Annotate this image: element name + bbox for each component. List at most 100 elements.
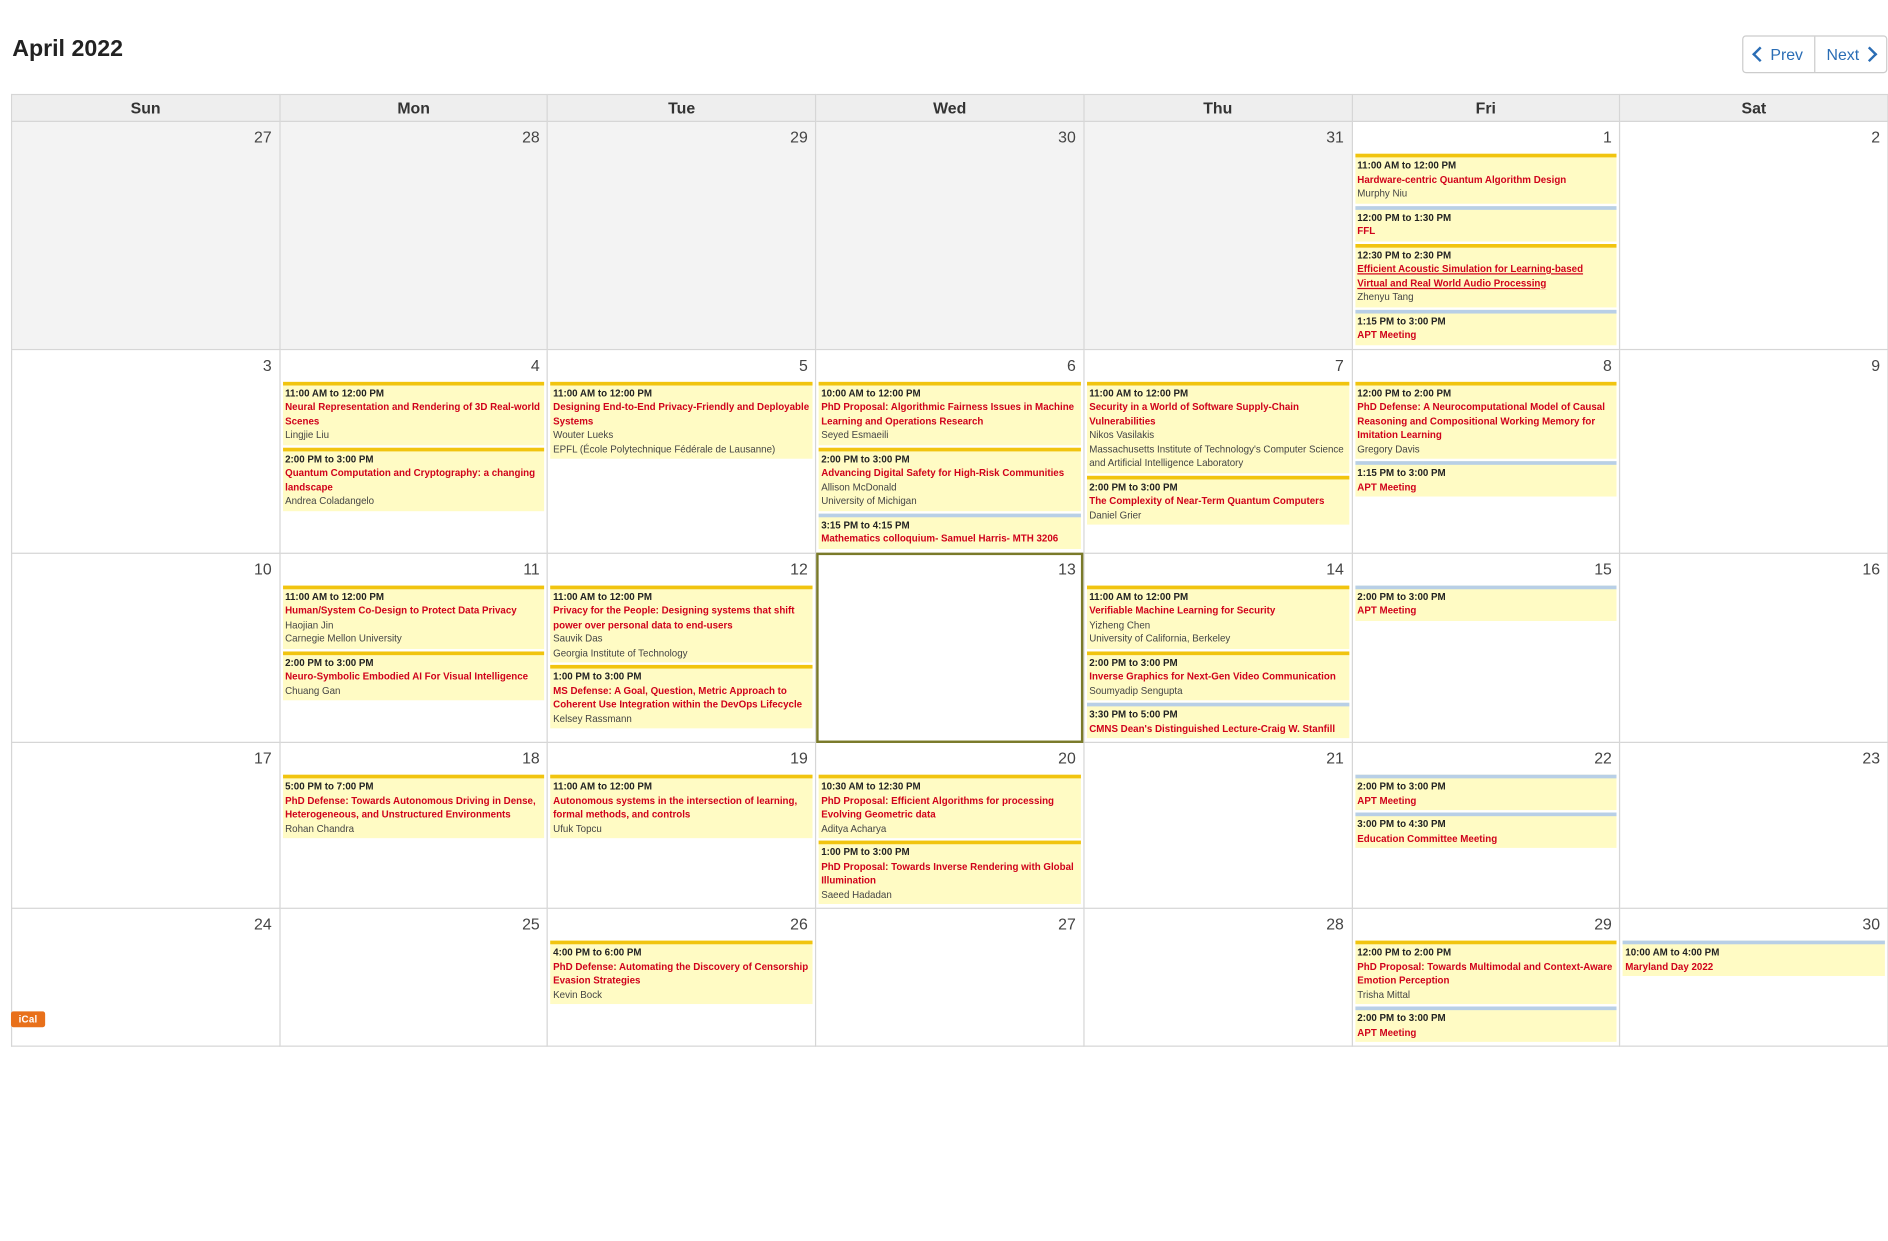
day-cell[interactable]: 29 (547, 120, 817, 350)
day-cell[interactable]: 8 12:00 PM to 2:00 PM PhD Defense: A Neuro… (1351, 348, 1621, 554)
ical-feed-link[interactable]: iCal (10, 1011, 46, 1028)
day-cell[interactable]: 17 (10, 741, 281, 909)
event-title-link[interactable]: PhD Proposal: Algorithmic Fairness Issue… (821, 400, 1078, 428)
event-speaker: Soumyadip Sengupta (1089, 685, 1183, 697)
event-speaker: Aditya Acharya (821, 822, 887, 834)
day-cell[interactable]: 16 (1619, 552, 1888, 743)
calendar-event: 11:00 AM to 12:00 PM Neural Representatio… (282, 381, 545, 445)
event-title-link[interactable]: PhD Proposal: Towards Inverse Rendering … (821, 859, 1078, 887)
day-cell[interactable]: 14 11:00 AM to 12:00 PM Verifiable Machine… (1083, 552, 1353, 743)
event-title-link[interactable]: The Complexity of Near-Term Quantum Comp… (1089, 494, 1346, 508)
event-title-link[interactable]: Autonomous systems in the intersection o… (553, 794, 810, 822)
event-speaker: Georgia Institute of Technology (553, 647, 688, 659)
day-cell[interactable]: 26 4:00 PM to 6:00 PM PhD Defense: Automat… (547, 907, 817, 1047)
event-time: 2:00 PM to 3:00 PM (821, 453, 910, 465)
day-cell[interactable]: 20 10:30 AM to 12:30 PM PhD Proposal: Effi… (815, 741, 1085, 909)
event-time: 12:00 PM to 2:00 PM (1357, 946, 1452, 958)
day-cell[interactable]: 1 11:00 AM to 12:00 PM Hardware-centric Qu… (1351, 120, 1621, 350)
chevron-right-icon (1861, 46, 1878, 63)
day-cell[interactable]: 30 10:00 AM to 4:00 PM Maryland Day 2022 (1619, 907, 1888, 1047)
event-title-link[interactable]: APT Meeting (1357, 604, 1614, 618)
day-cell[interactable]: 2 (1619, 120, 1888, 350)
day-cell[interactable]: 28 (279, 120, 549, 350)
day-cell[interactable]: 9 (1619, 348, 1888, 554)
event-title-link[interactable]: Human/System Co-Design to Protect Data P… (285, 604, 542, 618)
event-time: 11:00 AM to 12:00 PM (553, 780, 653, 792)
event-speaker: Ufuk Topcu (553, 822, 602, 834)
event-title-link[interactable]: Privacy for the People: Designing system… (553, 604, 810, 632)
event-time: 11:00 AM to 12:00 PM (1089, 387, 1189, 399)
day-number: 16 (1862, 559, 1881, 578)
day-cell[interactable]: 23 (1619, 741, 1888, 909)
day-cell[interactable]: 27 (10, 120, 281, 350)
day-cell[interactable]: 13 (815, 552, 1085, 743)
day-cell[interactable]: 10 (10, 552, 281, 743)
event-title-link[interactable]: MS Defense: A Goal, Question, Metric App… (553, 684, 810, 712)
event-title-link[interactable]: Designing End-to-End Privacy-Friendly an… (553, 400, 810, 428)
calendar-event: 12:00 PM to 2:00 PM PhD Proposal: Towards… (1354, 940, 1617, 1005)
event-title-link[interactable]: PhD Proposal: Efficient Algorithms for p… (821, 794, 1078, 822)
day-number: 4 (530, 355, 540, 374)
day-cell[interactable]: 15 2:00 PM to 3:00 PM APT Meeting (1351, 552, 1621, 743)
event-title-link[interactable]: PhD Defense: Towards Autonomous Driving … (285, 794, 542, 822)
event-time: 12:30 PM to 2:30 PM (1357, 249, 1452, 261)
day-cell[interactable]: 31 (1083, 120, 1353, 350)
day-cell[interactable]: 5 11:00 AM to 12:00 PM Designing End-to-En… (547, 348, 817, 554)
calendar-event: 2:00 PM to 3:00 PM APT Meeting (1354, 774, 1617, 811)
event-title-link[interactable]: Quantum Computation and Cryptography: a … (285, 466, 542, 494)
event-title-link[interactable]: Education Committee Meeting (1357, 831, 1614, 845)
event-title-link[interactable]: PhD Defense: A Neurocomputational Model … (1357, 400, 1614, 442)
day-cell[interactable]: 18 5:00 PM to 7:00 PM PhD Defense: Towards… (279, 741, 549, 909)
day-cell[interactable]: 12 11:00 AM to 12:00 PM Privacy for the Pe… (547, 552, 817, 743)
day-cell[interactable]: 28 (1083, 907, 1353, 1047)
prev-label: Prev (1770, 45, 1803, 64)
event-title-link[interactable]: Hardware-centric Quantum Algorithm Desig… (1357, 173, 1614, 187)
event-time: 11:00 AM to 12:00 PM (1089, 591, 1189, 603)
event-title-link[interactable]: Advancing Digital Safety for High-Risk C… (821, 466, 1078, 480)
day-cell[interactable]: 25 (279, 907, 549, 1047)
event-title-link[interactable]: Neural Representation and Rendering of 3… (285, 400, 542, 428)
week-row: 17 18 5:00 PM to 7:00 PM PhD Defense: Towar… (10, 741, 1888, 909)
day-cell[interactable]: 27 (815, 907, 1085, 1047)
day-cell[interactable]: 21 (1083, 741, 1353, 909)
event-title-link[interactable]: Mathematics colloquium- Samuel Harris- M… (821, 532, 1078, 546)
event-title-link[interactable]: FFL (1357, 224, 1614, 238)
event-title-link[interactable]: Verifiable Machine Learning for Security (1089, 604, 1346, 618)
event-speaker: Massachusetts Institute of Technology's … (1089, 443, 1344, 469)
event-title-link[interactable]: Neuro-Symbolic Embodied AI For Visual In… (285, 670, 542, 684)
day-cell[interactable]: 4 11:00 AM to 12:00 PM Neural Representati… (279, 348, 549, 554)
event-title-link[interactable]: Security in a World of Software Supply-C… (1089, 400, 1346, 428)
day-cell[interactable]: 29 12:00 PM to 2:00 PM PhD Proposal: Towar… (1351, 907, 1621, 1047)
event-title-link[interactable]: APT Meeting (1357, 794, 1614, 808)
event-time: 1:15 PM to 3:00 PM (1357, 467, 1446, 479)
next-button[interactable]: Next (1814, 36, 1886, 72)
event-title-link[interactable]: APT Meeting (1357, 1025, 1614, 1039)
day-number: 23 (1862, 749, 1881, 768)
event-title-link[interactable]: APT Meeting (1357, 480, 1614, 494)
day-number: 7 (1335, 355, 1344, 374)
event-time: 12:00 PM to 1:30 PM (1357, 211, 1452, 223)
day-number: 5 (798, 355, 808, 374)
event-title-link[interactable]: Efficient Acoustic Simulation for Learni… (1357, 262, 1614, 290)
prev-button[interactable]: Prev (1743, 37, 1814, 72)
day-number: 2 (1871, 128, 1881, 147)
day-cell[interactable]: 22 2:00 PM to 3:00 PM APT Meeting 3:00 PM t… (1351, 741, 1621, 909)
event-title-link[interactable]: Maryland Day 2022 (1625, 960, 1882, 974)
event-title-link[interactable]: CMNS Dean's Distinguished Lecture-Craig … (1089, 722, 1346, 736)
day-cell[interactable]: 6 10:00 AM to 12:00 PM PhD Proposal: Algor… (815, 348, 1085, 554)
day-cell[interactable]: 19 11:00 AM to 12:00 PM Autonomous systems… (547, 741, 817, 909)
event-speaker: Kelsey Rassmann (553, 713, 632, 725)
event-title-link[interactable]: Inverse Graphics for Next-Gen Video Comm… (1089, 670, 1346, 684)
day-cell[interactable]: 7 11:00 AM to 12:00 PM Security in a World… (1083, 348, 1353, 554)
day-cell[interactable]: 24 (10, 907, 281, 1047)
day-cell[interactable]: 30 (815, 120, 1085, 350)
day-cell[interactable]: 3 (10, 348, 281, 554)
day-number: 1 (1603, 128, 1612, 147)
event-title-link[interactable]: APT Meeting (1357, 328, 1614, 342)
day-number: 31 (1326, 128, 1344, 147)
event-title-link[interactable]: PhD Proposal: Towards Multimodal and Con… (1357, 960, 1614, 988)
day-cell[interactable]: 11 11:00 AM to 12:00 PM Human/System Co-De… (279, 552, 549, 743)
calendar-event: 10:30 AM to 12:30 PM PhD Proposal: Effici… (818, 774, 1081, 839)
event-speaker: Daniel Grier (1089, 509, 1142, 521)
event-title-link[interactable]: PhD Defense: Automating the Discovery of… (553, 960, 810, 988)
